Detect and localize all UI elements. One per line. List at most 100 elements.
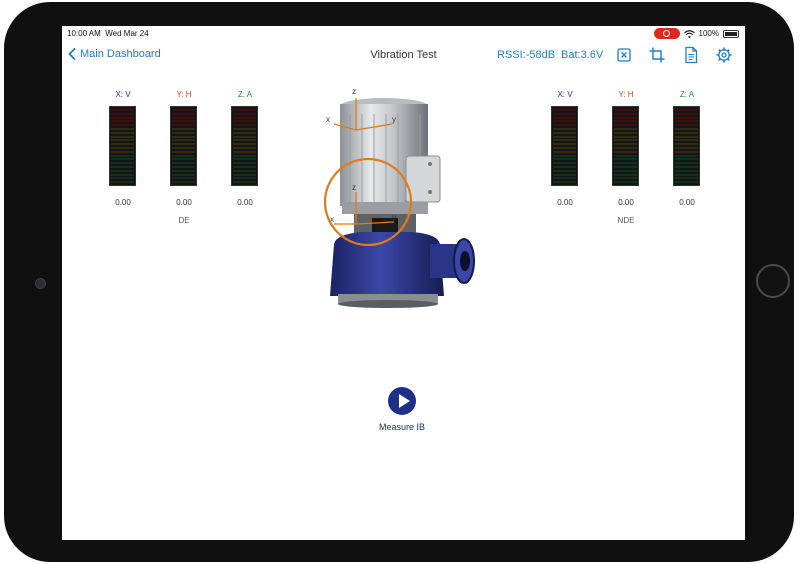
status-bar: 10:00 AM Wed Mar 24 100%: [62, 26, 745, 42]
meter-segment: [172, 131, 195, 134]
rssi-readout: RSSI:-58dB: [497, 49, 556, 61]
de-meter-value-2: 0.00: [237, 198, 253, 207]
meter-segment: [675, 120, 698, 123]
measure-play-button[interactable]: [388, 387, 416, 415]
nde-axis-label-0: X: V: [557, 90, 573, 99]
meter-segment: [233, 135, 256, 138]
time-text: 10:00 AM: [67, 29, 101, 38]
meter-segment: [172, 128, 195, 130]
meter-segment: [675, 147, 698, 149]
meter-segment: [233, 162, 256, 165]
pump-illustration: z x y z x y: [323, 87, 475, 308]
meter-segment: [233, 116, 256, 119]
meter-segment: [111, 109, 134, 111]
meter-segment: [614, 169, 637, 172]
nav-bar: Main Dashboard Vibration Test RSSI:-58dB…: [62, 42, 745, 70]
meter-segment: [614, 166, 637, 168]
meter-segment: [675, 143, 698, 146]
meter-segment: [675, 135, 698, 138]
meter-segment: [675, 162, 698, 165]
gear-icon[interactable]: [715, 46, 733, 64]
axis-y-bottom: y: [392, 213, 396, 222]
document-icon[interactable]: [682, 46, 700, 64]
de-level-meter-2: [231, 106, 258, 186]
nde-label: NDE: [617, 216, 635, 225]
meter-segment: [614, 131, 637, 134]
wifi-icon: [683, 29, 695, 38]
meter-segment: [553, 116, 576, 119]
home-button[interactable]: [756, 264, 790, 298]
meter-segment: [233, 131, 256, 134]
meter-segment: [614, 120, 637, 123]
axis-z-bottom: z: [352, 183, 356, 192]
meter-segment: [614, 109, 637, 111]
crop-icon[interactable]: [648, 46, 666, 64]
meter-segment: [614, 139, 637, 142]
meter-segment: [172, 135, 195, 138]
de-axis-label-2: Z: A: [237, 90, 253, 99]
meter-segment: [553, 128, 576, 130]
tablet-frame: 10:00 AM Wed Mar 24 100% Main Dashboard: [4, 2, 794, 562]
de-meter-value-0: 0.00: [115, 198, 131, 207]
meter-segment: [172, 169, 195, 172]
battery-icon: [723, 29, 739, 38]
meter-segment: [172, 143, 195, 146]
measure-label[interactable]: Measure IB: [362, 422, 442, 432]
meter-segment: [111, 131, 134, 134]
status-right: 100%: [653, 28, 739, 39]
meter-segment: [614, 173, 637, 176]
nde-level-meter-2: [673, 106, 700, 186]
de-meter-value-1: 0.00: [176, 198, 192, 207]
meter-segment: [111, 139, 134, 142]
meter-segment: [172, 139, 195, 142]
de-axis-label-1: Y: H: [176, 90, 192, 99]
meter-segment: [233, 124, 256, 127]
meter-segment: [233, 143, 256, 146]
meter-segment: [614, 135, 637, 138]
meter-segment: [233, 158, 256, 161]
meter-segment: [675, 158, 698, 161]
meter-segment: [233, 177, 256, 180]
meter-segment: [553, 143, 576, 146]
meter-segment: [233, 169, 256, 172]
meter-segment: [614, 181, 637, 184]
meter-segment: [172, 150, 195, 153]
front-camera: [35, 278, 46, 289]
meter-segment: [614, 143, 637, 146]
meter-segment: [233, 173, 256, 176]
meter-segment: [614, 150, 637, 153]
nde-meter-value-1: 0.00: [618, 198, 634, 207]
meter-segment: [111, 158, 134, 161]
meter-segment: [233, 120, 256, 123]
meter-segment: [111, 124, 134, 127]
meter-segment: [553, 112, 576, 115]
meter-segment: [675, 128, 698, 130]
nde-axis-label-2: Z: A: [679, 90, 695, 99]
meter-segment: [233, 112, 256, 115]
meter-segment: [614, 112, 637, 115]
meter-segment: [172, 112, 195, 115]
meter-segment: [553, 162, 576, 165]
battery-percent: 100%: [698, 29, 719, 38]
meter-segment: [233, 139, 256, 142]
meter-segment: [614, 147, 637, 149]
meter-segment: [233, 166, 256, 168]
meter-segment: [233, 154, 256, 157]
meter-segment: [111, 181, 134, 184]
meter-segment: [172, 181, 195, 184]
close-box-icon[interactable]: [615, 46, 633, 64]
meter-segment: [614, 116, 637, 119]
nde-meter-value-0: 0.00: [557, 198, 573, 207]
meter-segment: [172, 154, 195, 157]
meter-segment: [553, 169, 576, 172]
meter-segment: [111, 166, 134, 168]
meter-segment: [553, 181, 576, 184]
meter-segment: [111, 154, 134, 157]
meter-segment: [172, 147, 195, 149]
meter-segment: [111, 143, 134, 146]
nde-level-meter-1: [612, 106, 639, 186]
meter-segment: [111, 169, 134, 172]
meter-segment: [111, 173, 134, 176]
meter-segment: [553, 154, 576, 157]
meter-segment: [553, 139, 576, 142]
